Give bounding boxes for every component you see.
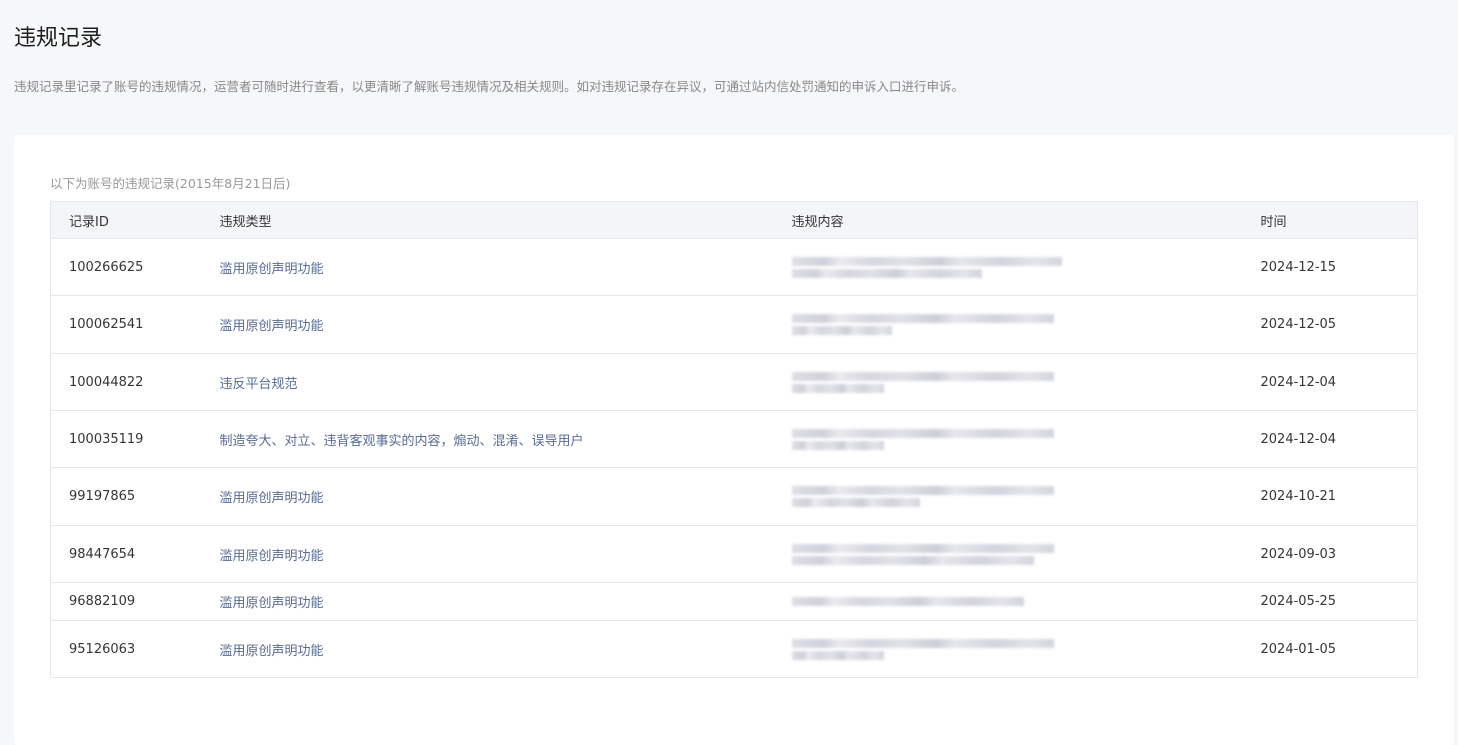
violation-type-link[interactable]: 滥用原创声明功能 [220,262,324,277]
violation-type-link[interactable]: 滥用原创声明功能 [220,596,324,611]
table-row: 100044822 违反平台规范 2024-12-04 [50,353,1418,411]
blurred-content [791,486,1062,507]
table-row: 100266625 滥用原创声明功能 2024-12-15 [50,238,1418,296]
blurred-content [791,543,1062,565]
page-description: 违规记录里记录了账号的违规情况，运营者可随时进行查看，以更清晰了解账号违规情况及… [14,79,965,94]
record-id: 100062541 [50,295,202,354]
column-header-id: 记录ID [50,201,202,239]
violation-type-link[interactable]: 滥用原创声明功能 [220,549,324,564]
table-row: 95126063 滥用原创声明功能 2024-01-05 [50,620,1418,678]
column-header-time: 时间 [1242,201,1418,239]
violation-type-link[interactable]: 违反平台规范 [220,377,298,392]
page-title: 违规记录 [14,26,103,51]
record-id: 100035119 [50,410,202,468]
record-time: 2024-05-25 [1242,582,1418,621]
record-time: 2024-12-04 [1242,353,1418,411]
record-time: 2024-12-15 [1242,238,1418,296]
record-id: 99197865 [50,467,202,526]
table-row: 100062541 滥用原创声明功能 2024-12-05 [50,295,1418,354]
record-id: 95126063 [50,620,202,678]
table-header-row: 记录ID 违规类型 违规内容 时间 [50,201,1418,239]
violation-records-card: 以下为账号的违规记录(2015年8月21日后) 记录ID 违规类型 违规内容 时… [14,135,1454,745]
blurred-content [791,597,1062,606]
violation-type-link[interactable]: 滥用原创声明功能 [220,491,324,506]
table-row: 100035119 制造夸大、对立、违背客观事实的内容，煽动、混淆、误导用户 2… [50,410,1418,468]
record-time: 2024-01-05 [1242,620,1418,678]
column-header-content: 违规内容 [773,201,1243,239]
table-row: 99197865 滥用原创声明功能 2024-10-21 [50,467,1418,526]
record-id: 98447654 [50,525,202,583]
violation-table: 记录ID 违规类型 违规内容 时间 100266625 滥用原创声明功能 202… [50,201,1418,678]
record-time: 2024-12-04 [1242,410,1418,468]
violation-type-link[interactable]: 滥用原创声明功能 [220,644,324,659]
table-caption: 以下为账号的违规记录(2015年8月21日后) [50,176,291,191]
column-header-type: 违规类型 [201,201,774,239]
record-time: 2024-10-21 [1242,467,1418,526]
violation-type-link[interactable]: 制造夸大、对立、违背客观事实的内容，煽动、混淆、误导用户 [220,434,584,449]
record-time: 2024-12-05 [1242,295,1418,354]
blurred-content [791,638,1062,660]
record-time: 2024-09-03 [1242,525,1418,583]
blurred-content [791,256,1062,278]
record-id: 100044822 [50,353,202,411]
table-row: 96882109 滥用原创声明功能 2024-05-25 [50,582,1418,621]
blurred-content [791,314,1062,335]
violation-type-link[interactable]: 滥用原创声明功能 [220,319,324,334]
record-id: 100266625 [50,238,202,296]
record-id: 96882109 [50,582,202,621]
blurred-content [791,371,1062,393]
blurred-content [791,428,1062,450]
table-row: 98447654 滥用原创声明功能 2024-09-03 [50,525,1418,583]
